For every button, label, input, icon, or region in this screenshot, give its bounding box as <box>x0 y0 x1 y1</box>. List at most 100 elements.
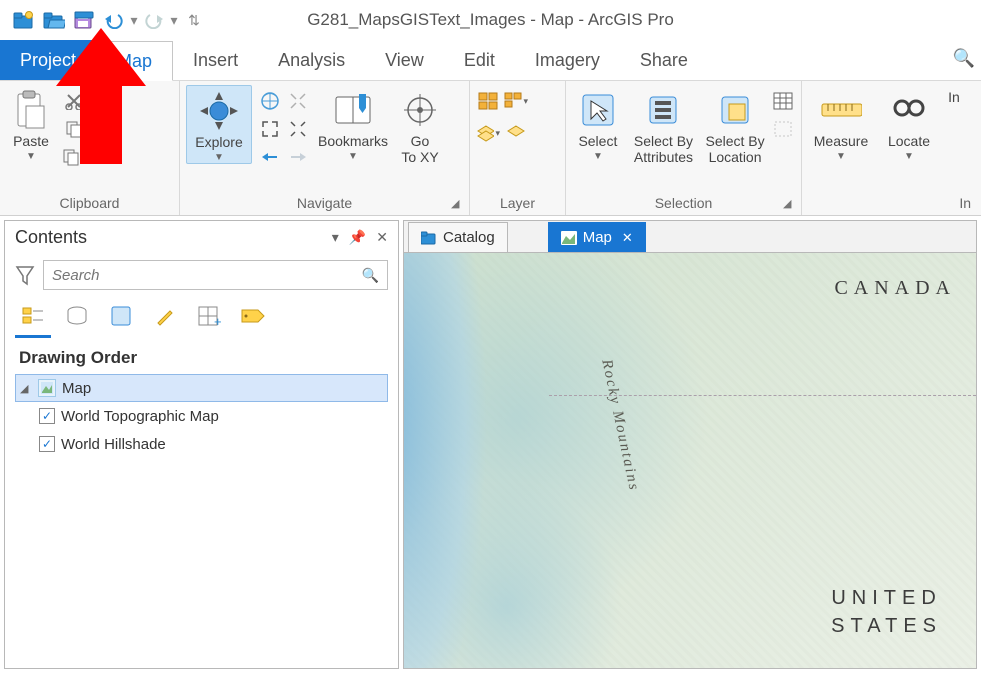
document-tabs: Catalog Map ✕ <box>404 221 976 253</box>
bookmarks-icon <box>332 89 374 131</box>
quick-access-toolbar: ▾ ▾ ⇅ <box>0 6 198 34</box>
paste-dropdown-icon: ▼ <box>26 151 36 162</box>
tab-insert[interactable]: Insert <box>173 40 258 80</box>
group-navigate: Explore ▼ Bookmarks <box>180 81 470 215</box>
tab-map[interactable]: Map <box>96 41 173 81</box>
locate-button[interactable]: Locate ▼ <box>880 85 938 162</box>
list-by-data-source-icon[interactable] <box>63 302 91 330</box>
window-title: G281_MapsGISText_Images - Map - ArcGIS P… <box>307 10 674 30</box>
redo-icon[interactable] <box>140 6 168 34</box>
expander-icon[interactable]: ◢ <box>20 382 32 395</box>
undo-dropdown-icon[interactable]: ▾ <box>130 12 138 29</box>
fixed-zoom-out-icon[interactable] <box>286 117 310 141</box>
tab-analysis[interactable]: Analysis <box>258 40 365 80</box>
explore-dropdown-icon: ▼ <box>214 152 224 163</box>
sel-attr-label-2: Attributes <box>634 149 693 165</box>
tab-imagery[interactable]: Imagery <box>515 40 620 80</box>
map-ocean <box>404 253 584 668</box>
measure-dropdown-icon: ▼ <box>836 151 846 162</box>
full-extent-icon[interactable] <box>258 89 282 113</box>
title-bar: ▾ ▾ ⇅ G281_MapsGISText_Images - Map - Ar… <box>0 0 981 40</box>
zoom-to-selection-icon[interactable] <box>258 117 282 141</box>
filter-icon[interactable] <box>15 264 37 286</box>
contents-header: Contents ▾ 📌 ✕ <box>5 221 398 254</box>
clear-selection-icon[interactable] <box>771 117 795 141</box>
panel-options-icon[interactable]: ▾ <box>332 229 339 246</box>
measure-button[interactable]: Measure ▼ <box>808 85 874 162</box>
go-to-xy-button[interactable]: GoTo XY <box>392 85 448 165</box>
selection-launcher-icon[interactable]: ◢ <box>783 197 797 211</box>
copy-path-button[interactable]: Path <box>62 145 113 169</box>
new-project-icon[interactable] <box>10 6 38 34</box>
tab-project[interactable]: Project <box>0 40 96 80</box>
qat-customize-icon[interactable]: ⇅ <box>190 12 198 29</box>
previous-extent-icon[interactable] <box>258 145 282 169</box>
tree-layer-row[interactable]: ✓ World Topographic Map <box>15 402 388 430</box>
redo-dropdown-icon[interactable]: ▾ <box>170 12 178 29</box>
close-panel-icon[interactable]: ✕ <box>376 229 388 246</box>
add-graphics-layer-icon[interactable] <box>504 121 528 145</box>
search-input[interactable] <box>52 267 330 284</box>
copy-path-icon <box>62 148 80 166</box>
layer-label: World Hillshade <box>61 436 166 453</box>
map-tab-icon <box>561 231 577 245</box>
fixed-zoom-in-icon[interactable] <box>286 89 310 113</box>
next-extent-icon[interactable] <box>286 145 310 169</box>
svg-text:+: + <box>214 314 221 327</box>
open-project-icon[interactable] <box>40 6 68 34</box>
content-area: Contents ▾ 📌 ✕ 🔍 + Drawing Order <box>0 216 981 673</box>
map-area: Catalog Map ✕ CANADA Rocky Mountains UNI… <box>403 220 977 669</box>
select-by-location-button[interactable]: Select ByLocation <box>703 85 767 165</box>
group-inquiry-label: In <box>808 193 975 215</box>
paste-button[interactable]: Paste ▼ <box>6 85 56 162</box>
list-by-labeling-icon[interactable] <box>239 302 267 330</box>
map-icon <box>38 379 56 397</box>
map-label-usa: UNITEDSTATES <box>831 584 942 640</box>
locate-dropdown-icon: ▼ <box>904 151 914 162</box>
go-to-xy-icon <box>399 89 441 131</box>
explore-button[interactable]: Explore ▼ <box>186 85 252 164</box>
select-dropdown-icon: ▼ <box>593 151 603 162</box>
tree-root-map[interactable]: ◢ Map <box>15 374 388 402</box>
tab-edit[interactable]: Edit <box>444 40 515 80</box>
navigate-launcher-icon[interactable]: ◢ <box>451 197 465 211</box>
select-icon <box>577 89 619 131</box>
auto-hide-icon[interactable]: 📌 <box>349 229 366 246</box>
search-icon[interactable]: 🔍 <box>362 267 379 284</box>
list-by-drawing-order-icon[interactable] <box>19 302 47 330</box>
undo-icon[interactable] <box>100 6 128 34</box>
bookmarks-button[interactable]: Bookmarks ▼ <box>320 85 386 162</box>
basemap-icon[interactable] <box>476 89 500 113</box>
tree-layer-row[interactable]: ✓ World Hillshade <box>15 430 388 458</box>
doctab-map[interactable]: Map ✕ <box>548 222 646 252</box>
doctab-catalog[interactable]: Catalog <box>408 222 508 252</box>
list-by-editing-icon[interactable] <box>151 302 179 330</box>
attribute-table-icon[interactable] <box>771 89 795 113</box>
list-by-selection-icon[interactable] <box>107 302 135 330</box>
close-tab-icon[interactable]: ✕ <box>622 230 633 246</box>
gotoxy-label-2: To XY <box>401 149 438 165</box>
ribbon-search-icon[interactable]: 🔍 <box>953 48 975 69</box>
tab-share[interactable]: Share <box>620 40 708 80</box>
tab-view[interactable]: View <box>365 40 444 80</box>
group-selection: Select ▼ Select ByAttributes Select ByLo… <box>566 81 802 215</box>
group-layer-label: Layer <box>476 193 559 215</box>
contents-panel: Contents ▾ 📌 ✕ 🔍 + Drawing Order <box>4 220 399 669</box>
add-data-icon[interactable]: ▾ <box>504 89 528 113</box>
save-icon[interactable] <box>70 6 98 34</box>
cut-icon[interactable] <box>62 89 86 113</box>
sel-attr-label-1: Select By <box>634 133 693 149</box>
add-preset-icon[interactable]: ▾ <box>476 121 500 145</box>
group-clipboard-label: Clipboard <box>6 193 173 215</box>
infographics-button[interactable]: In <box>944 85 964 105</box>
select-by-attributes-button[interactable]: Select ByAttributes <box>630 85 697 165</box>
select-button[interactable]: Select ▼ <box>572 85 624 162</box>
map-canvas[interactable]: CANADA Rocky Mountains UNITEDSTATES <box>404 253 976 668</box>
bookmarks-label: Bookmarks <box>318 133 388 149</box>
paste-label: Paste <box>13 133 49 149</box>
layer-checkbox[interactable]: ✓ <box>39 408 55 424</box>
search-box[interactable]: 🔍 <box>43 260 388 290</box>
copy-icon[interactable] <box>62 117 86 141</box>
list-by-snapping-icon[interactable]: + <box>195 302 223 330</box>
layer-checkbox[interactable]: ✓ <box>39 436 55 452</box>
